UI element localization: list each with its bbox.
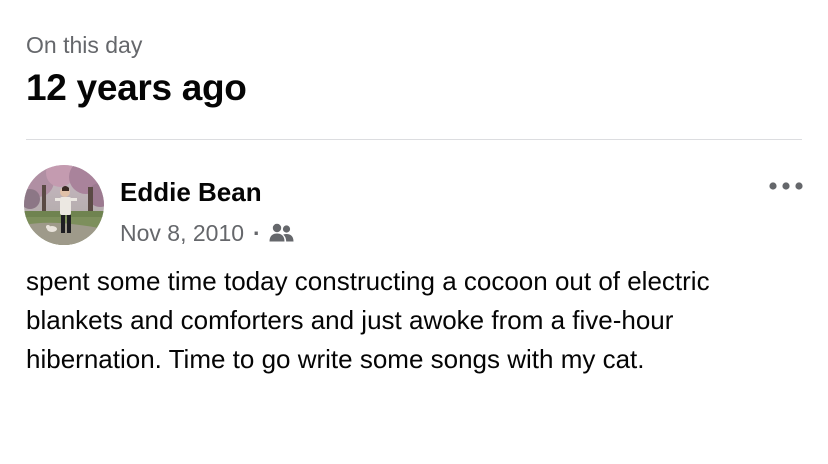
post-meta: Nov 8, 2010 · xyxy=(120,216,295,250)
author-name[interactable]: Eddie Bean xyxy=(120,176,262,208)
post-date[interactable]: Nov 8, 2010 xyxy=(120,220,244,247)
memory-post: Eddie Bean Nov 8, 2010 · spent some time… xyxy=(0,140,828,464)
meta-separator: · xyxy=(253,219,261,246)
more-options-icon[interactable] xyxy=(766,174,806,198)
memory-kicker: On this day xyxy=(26,32,143,58)
avatar[interactable] xyxy=(24,165,104,245)
memory-headline: 12 years ago xyxy=(26,67,247,108)
profile-photo xyxy=(24,165,104,245)
friends-icon[interactable] xyxy=(269,222,295,244)
memory-header: On this day 12 years ago xyxy=(26,28,802,112)
post-text: spent some time today constructing a coc… xyxy=(26,266,710,374)
